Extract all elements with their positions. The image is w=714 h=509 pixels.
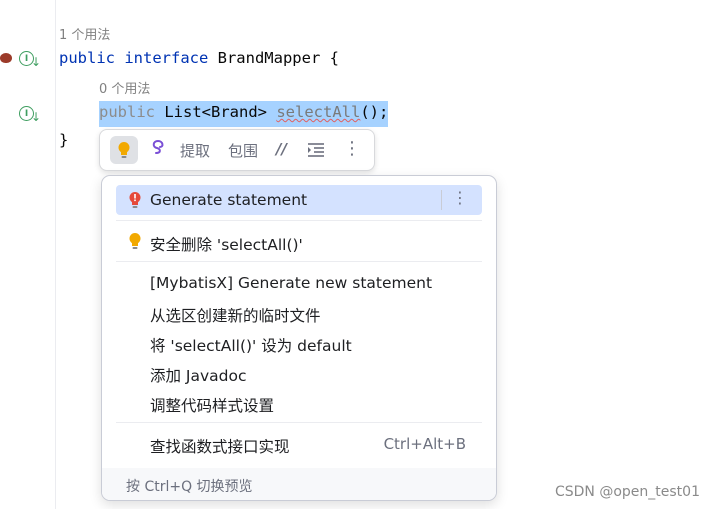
- action-label: 从选区创建新的临时文件: [150, 307, 321, 325]
- arrow-down-icon: ↓: [31, 110, 42, 124]
- action-mybatisx-generate[interactable]: [MybatisX] Generate new statement: [116, 268, 482, 298]
- keyword: public interface: [59, 49, 209, 67]
- parens: ();: [360, 103, 389, 121]
- action-label: 安全删除 'selectAll()': [150, 236, 303, 254]
- separator: [116, 422, 482, 423]
- footer-hint: 按 Ctrl+Q 切换预览: [126, 479, 253, 495]
- divider: [441, 190, 442, 210]
- usage-hint[interactable]: 0 个用法: [99, 78, 150, 97]
- action-safe-delete[interactable]: 安全删除 'selectAll()': [116, 227, 482, 257]
- lightbulb-icon: [129, 233, 141, 249]
- action-label: Generate statement: [150, 191, 308, 209]
- gutter-divider: [55, 0, 56, 509]
- error-bulb-icon: [129, 192, 141, 208]
- surround-button[interactable]: 包围: [228, 140, 258, 161]
- intention-bulb-button[interactable]: [110, 136, 138, 164]
- usage-hint[interactable]: 1 个用法: [59, 24, 110, 43]
- return-type: List<Brand>: [155, 103, 277, 121]
- action-make-default[interactable]: 将 'selectAll()' 设为 default: [116, 328, 482, 358]
- separator: [116, 220, 482, 221]
- mybatis-bean-icon[interactable]: [0, 53, 12, 63]
- action-generate-statement[interactable]: Generate statement ⋮: [116, 185, 482, 215]
- action-find-functional-impl[interactable]: 查找函数式接口实现 Ctrl+Alt+B: [116, 429, 482, 459]
- closing-brace: }: [59, 131, 69, 149]
- reformat-icon[interactable]: [307, 142, 325, 162]
- extract-button[interactable]: 提取: [180, 140, 210, 161]
- action-label: 将 'selectAll()' 设为 default: [150, 337, 352, 355]
- comment-button[interactable]: //: [276, 140, 287, 158]
- arrow-down-icon: ↓: [31, 55, 42, 69]
- shortcut-label: Ctrl+Alt+B: [383, 435, 466, 453]
- action-add-javadoc[interactable]: 添加 Javadoc: [116, 358, 482, 388]
- more-options-button[interactable]: ⋮: [343, 138, 361, 159]
- action-label: 调整代码样式设置: [150, 397, 275, 415]
- floating-code-toolbar: 提取 包围 // ⋮: [99, 129, 375, 171]
- ai-assistant-icon[interactable]: [149, 138, 167, 160]
- more-options-icon[interactable]: ⋮: [452, 188, 468, 207]
- separator: [116, 261, 482, 262]
- action-create-scratch-file[interactable]: 从选区创建新的临时文件: [116, 298, 482, 328]
- watermark: CSDN @open_test01: [554, 484, 700, 500]
- action-label: [MybatisX] Generate new statement: [150, 274, 433, 292]
- selected-code-line[interactable]: public List<Brand> selectAll();: [99, 101, 389, 127]
- method-name[interactable]: selectAll: [276, 103, 360, 121]
- class-name: BrandMapper {: [208, 49, 339, 67]
- lightbulb-icon: [118, 142, 130, 158]
- action-code-style-settings[interactable]: 调整代码样式设置: [116, 388, 482, 418]
- action-label: 添加 Javadoc: [150, 367, 247, 385]
- intention-actions-popup: Generate statement ⋮ 安全删除 'selectAll()' …: [101, 175, 497, 501]
- keyword: public: [99, 103, 155, 121]
- code-line-interface[interactable]: public interface BrandMapper {: [59, 49, 339, 67]
- popup-footer: 按 Ctrl+Q 切换预览: [102, 468, 496, 500]
- action-label: 查找函数式接口实现: [150, 438, 290, 456]
